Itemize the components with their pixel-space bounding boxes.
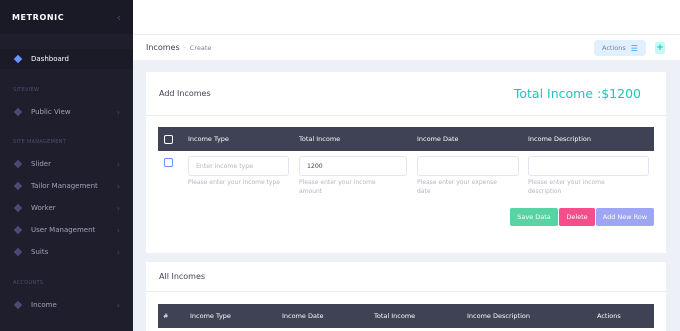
section-siteview: SITEVIEW [13, 87, 40, 93]
section-site-management: SITE MANAGEMENT [13, 139, 67, 145]
add-incomes-card: Add Incomes Total Income :$1200 Income T… [146, 72, 666, 253]
diamond-icon [13, 203, 22, 213]
col-income-type: Income Type [190, 312, 231, 320]
section-accounts: ACCOUNTS [13, 280, 44, 286]
col-income-date: Income Date [282, 312, 324, 320]
col-total-income: Total Income [299, 135, 341, 143]
add-new-row-button[interactable]: Add New Row [596, 208, 654, 226]
sidebar-item-label: Tailor Management [31, 182, 98, 190]
select-all-checkbox[interactable] [164, 135, 173, 144]
sidebar-item-label: Dashboard [31, 55, 69, 63]
chevron-right-icon: › [116, 247, 120, 257]
total-income-input[interactable]: 1200 [299, 156, 407, 176]
brand-logo[interactable]: METRONIC [12, 13, 64, 22]
all-incomes-card: All Incomes # Income Type Income Date To… [146, 262, 666, 331]
brand-bar: METRONIC ‹ [0, 0, 133, 34]
sidebar-item-suits[interactable]: Suits › [0, 242, 133, 262]
sidebar-item-label: Public View [31, 108, 71, 116]
col-number: # [163, 312, 169, 320]
sidebar-item-user-management[interactable]: User Management › [0, 220, 133, 240]
income-type-input[interactable]: Enter income type [188, 156, 289, 176]
col-total-income: Total Income [374, 312, 416, 320]
sidebar: METRONIC ‹ Dashboard SITEVIEW Public Vie… [0, 0, 133, 331]
col-income-date: Income Date [417, 135, 459, 143]
help-income-type: Please enter your income type [188, 179, 280, 186]
breadcrumb-create[interactable]: Create [190, 44, 212, 52]
income-date-input[interactable] [417, 156, 519, 176]
chevron-right-icon: › [116, 159, 120, 169]
chevron-right-icon: › [116, 225, 120, 235]
sidebar-item-tailor-management[interactable]: Tailor Management › [0, 176, 133, 196]
help-income-description-line2: description [528, 188, 562, 195]
col-actions: Actions [597, 312, 621, 320]
diamond-icon [13, 107, 22, 117]
page-title: Incomes [146, 43, 180, 52]
filter-icon: ☰ [630, 43, 638, 53]
table-header: Income Type Total Income Income Date Inc… [158, 127, 654, 151]
sidebar-item-label: Slider [31, 160, 51, 168]
save-data-button[interactable]: Save Data [510, 208, 558, 226]
total-income: Total Income :$1200 [513, 86, 641, 101]
sidebar-item-label: User Management [31, 226, 96, 234]
chevron-right-icon: › [116, 107, 120, 117]
card-header: Add Incomes Total Income :$1200 [146, 72, 666, 116]
actions-label: Actions [602, 44, 626, 52]
card-title: All Incomes [159, 272, 206, 281]
diamond-icon [13, 159, 22, 169]
income-description-textarea[interactable] [528, 156, 649, 176]
subheader: Incomes - Create Actions ☰ + [133, 34, 680, 60]
chevron-right-icon: › [116, 203, 120, 213]
help-income-date-line2: date [417, 188, 431, 195]
breadcrumb-separator: - [183, 44, 186, 51]
sidebar-item-label: Income [31, 301, 57, 309]
sidebar-item-dashboard[interactable]: Dashboard [0, 49, 133, 69]
col-income-description: Income Description [528, 135, 592, 143]
col-income-description: Income Description [467, 312, 531, 320]
diamond-icon [13, 300, 22, 310]
diamond-icon [13, 247, 22, 257]
sidebar-item-label: Worker [31, 204, 56, 212]
row-checkbox[interactable] [164, 158, 173, 167]
sidebar-item-slider[interactable]: Slider › [0, 154, 133, 174]
diamond-icon [13, 181, 22, 191]
sidebar-item-worker[interactable]: Worker › [0, 198, 133, 218]
delete-button[interactable]: Delete [559, 208, 595, 226]
add-button[interactable]: + [655, 42, 665, 54]
chevron-left-icon[interactable]: ‹ [117, 11, 121, 24]
table-header: # Income Type Income Date Total Income I… [158, 304, 654, 328]
help-total-income-line2: amount [299, 188, 323, 195]
col-income-type: Income Type [188, 135, 229, 143]
sidebar-item-public-view[interactable]: Public View › [0, 102, 133, 122]
card-header: All Incomes [146, 262, 666, 292]
sidebar-item-income[interactable]: Income › [0, 295, 133, 315]
chevron-right-icon: › [116, 181, 120, 191]
card-title: Add Incomes [159, 89, 211, 98]
top-header [133, 0, 680, 34]
diamond-icon [13, 54, 22, 64]
chevron-right-icon: › [116, 300, 120, 310]
sidebar-item-label: Suits [31, 248, 49, 256]
actions-button[interactable]: Actions ☰ [594, 40, 646, 56]
diamond-icon [13, 225, 22, 235]
